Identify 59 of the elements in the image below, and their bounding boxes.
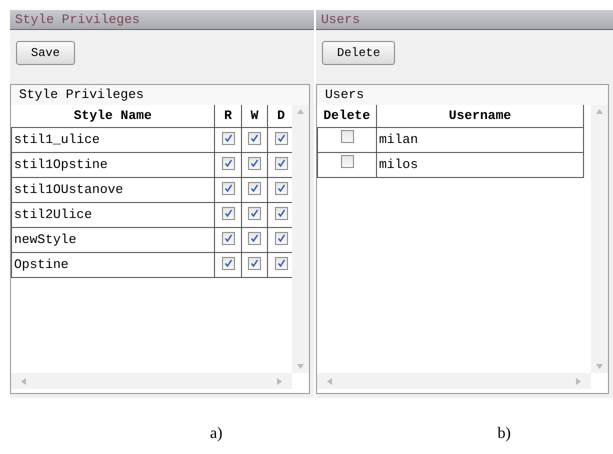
checkbox[interactable] [222,156,234,170]
table-cell: stil1Opstine [12,152,214,177]
checkbox[interactable] [248,256,261,270]
checkbox[interactable] [340,130,354,143]
check-icon [224,134,232,143]
table-cell: stil1OUstanove [12,177,214,202]
table-cell: stil2Ulice [12,202,214,227]
column-header[interactable]: Username [376,105,584,127]
check-icon [224,234,232,243]
check-icon [250,158,259,168]
checkbox[interactable] [274,156,288,170]
column-header[interactable]: Delete [318,105,376,127]
checkbox[interactable] [274,182,288,195]
check-icon [276,134,286,143]
checkbox[interactable] [248,232,261,245]
checkbox[interactable] [248,206,261,220]
check-icon [250,208,259,218]
checkbox[interactable] [248,182,261,195]
figure-caption: a) [209,424,222,444]
check-icon [276,184,286,193]
checkbox[interactable] [274,132,288,145]
table-cell: stil1_ulice [12,127,214,152]
check-icon [250,258,259,268]
check-icon [250,184,259,193]
column-header[interactable]: W [242,105,268,127]
grid-caption: Style Privileges [11,85,309,105]
grid-caption: Users [317,85,608,105]
check-icon [276,234,286,243]
check-icon [276,158,286,168]
column-header[interactable]: Style Name [12,105,214,127]
checkbox[interactable] [222,132,234,145]
check-icon [250,134,259,143]
checkbox[interactable] [222,232,234,245]
table-cell: milan [376,127,584,152]
panel-title: Style Privileges [15,10,140,29]
checkbox[interactable] [222,256,234,270]
table-cell: newStyle [12,227,214,252]
table-cell: milos [376,152,584,177]
checkbox[interactable] [222,182,234,195]
checkbox[interactable] [274,256,288,270]
delete-button[interactable]: Delete [322,40,396,64]
checkbox[interactable] [274,232,288,245]
check-icon [224,158,232,168]
figure-caption: b) [496,424,511,444]
check-icon [224,184,232,193]
checkbox[interactable] [248,132,261,145]
check-icon [276,258,286,268]
save-button[interactable]: Save [16,40,75,64]
checkbox[interactable] [274,206,288,220]
panel-title: Users [321,10,360,29]
check-icon [224,208,232,218]
check-icon [276,208,286,218]
check-icon [250,234,259,243]
column-header[interactable]: R [214,105,242,127]
table-cell: Opstine [12,252,214,277]
check-icon [224,258,232,268]
checkbox[interactable] [248,156,261,170]
checkbox[interactable] [222,206,234,220]
checkbox[interactable] [340,154,354,168]
